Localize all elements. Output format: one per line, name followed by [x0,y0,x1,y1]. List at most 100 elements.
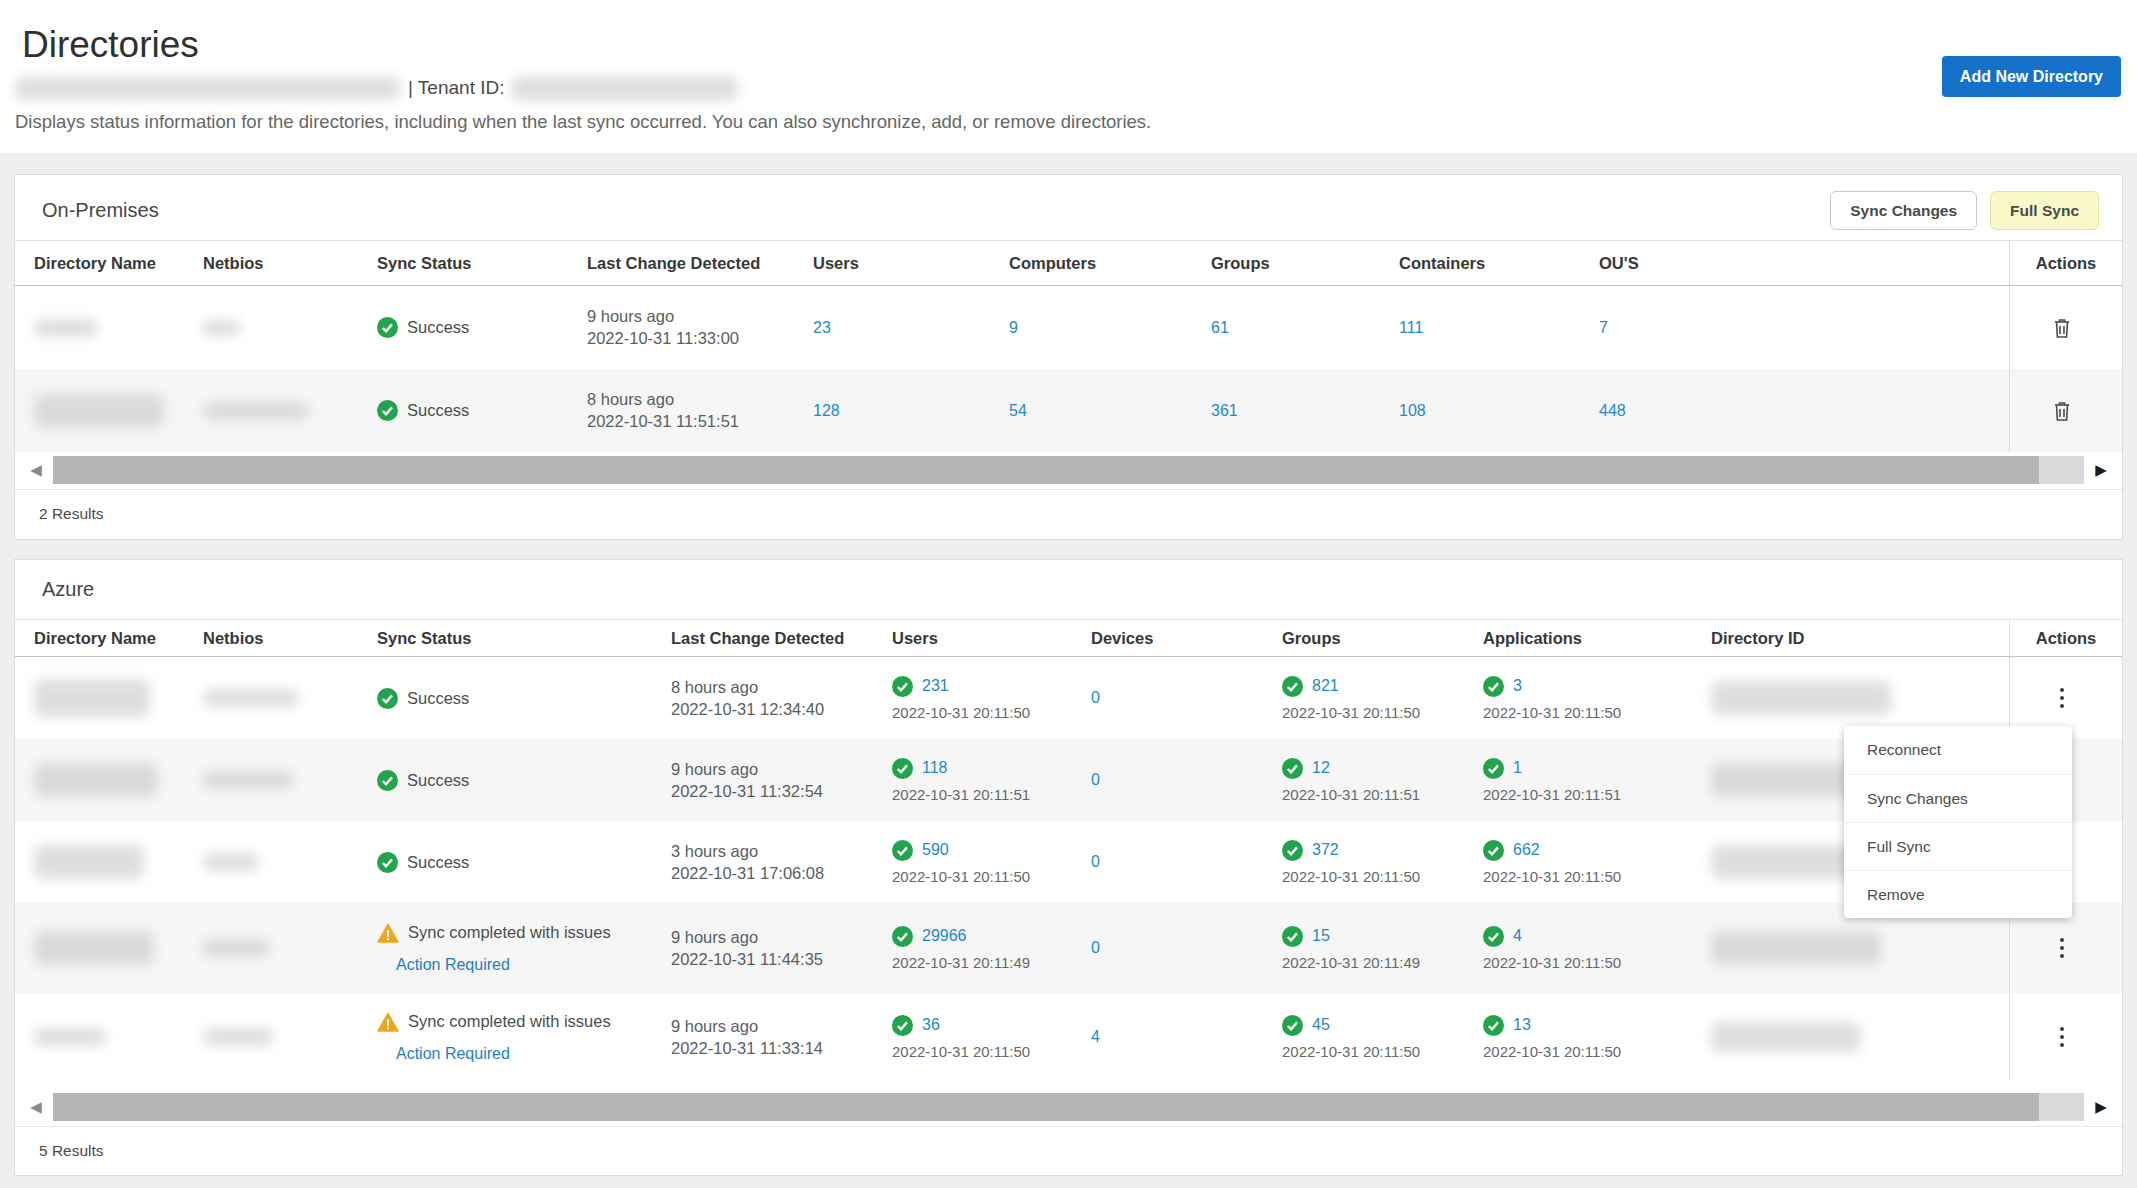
add-new-directory-button[interactable]: Add New Directory [1942,56,2121,97]
users-count-link[interactable]: 36 [922,1016,940,1034]
redacted-netbios [203,689,299,707]
last-change-relative: 3 hours ago [671,842,758,861]
users-sync-timestamp: 2022-10-31 20:11:51 [892,786,1030,803]
success-icon [1483,926,1504,947]
devices-count-link[interactable]: 0 [1091,853,1100,871]
kebab-menu-icon[interactable] [2060,938,2064,958]
scroll-left-arrow[interactable]: ◀ [25,461,47,479]
success-icon [1282,1015,1303,1036]
column-header-devices: Devices [1091,620,1282,656]
applications-count-link[interactable]: 1 [1513,759,1522,777]
last-change-relative: 9 hours ago [671,760,758,779]
kebab-menu-icon[interactable] [2060,688,2064,708]
azure-title: Azure [42,578,94,601]
success-icon [1483,758,1504,779]
redacted-directory-name [34,394,164,428]
redacted-environment-name [15,77,400,100]
scroll-left-arrow[interactable]: ◀ [25,1098,47,1116]
containers-count-link[interactable]: 108 [1399,402,1426,420]
last-change-relative: 8 hours ago [587,390,674,409]
success-icon [1483,1015,1504,1036]
column-header-last-change: Last Change Detected [587,241,813,285]
delete-directory-button[interactable] [2009,369,2122,452]
users-count-link[interactable]: 590 [922,841,949,859]
last-change-relative: 9 hours ago [671,928,758,947]
users-count-link[interactable]: 118 [922,759,948,777]
menu-item-full-sync[interactable]: Full Sync [1844,822,2072,870]
success-icon [1483,676,1504,697]
success-icon [892,840,913,861]
applications-sync-timestamp: 2022-10-31 20:11:50 [1483,1043,1621,1060]
ous-count-link[interactable]: 7 [1599,319,1608,337]
groups-count-link[interactable]: 15 [1312,927,1330,945]
scrollbar-thumb[interactable] [53,1093,2039,1121]
action-required-link[interactable]: Action Required [396,1045,510,1063]
last-change-timestamp: 2022-10-31 11:32:54 [671,782,823,801]
success-icon [377,317,398,338]
scrollbar-track[interactable] [53,1093,2084,1121]
page-header: Directories | Tenant ID: Displays status… [0,0,2137,153]
tenant-id-label: | Tenant ID: [408,77,504,99]
column-header-actions: Actions [2009,620,2122,656]
table-row: Success 9 hours ago2022-10-31 11:33:00 2… [15,286,2122,369]
devices-count-link[interactable]: 0 [1091,771,1100,789]
horizontal-scrollbar[interactable]: ◀ ▶ [25,1092,2112,1122]
scrollbar-thumb[interactable] [53,456,2039,484]
column-header-sync-status: Sync Status [377,241,587,285]
groups-count-link[interactable]: 372 [1312,841,1339,859]
success-icon [1282,676,1303,697]
on-premises-card: On-Premises Sync Changes Full Sync Direc… [14,174,2123,540]
applications-count-link[interactable]: 13 [1513,1016,1531,1034]
groups-count-link[interactable]: 12 [1312,759,1330,777]
trash-icon [2052,400,2072,422]
users-count-link[interactable]: 231 [922,677,949,695]
applications-count-link[interactable]: 662 [1513,841,1540,859]
kebab-menu-icon[interactable] [2060,1027,2064,1047]
sync-status: Success [407,401,469,420]
success-icon [1483,840,1504,861]
azure-table-header: Directory Name Netbios Sync Status Last … [15,619,2122,657]
groups-count-link[interactable]: 361 [1211,402,1238,420]
users-count-link[interactable]: 23 [813,319,831,337]
users-count-link[interactable]: 128 [813,402,840,420]
success-icon [892,1015,913,1036]
scroll-right-arrow[interactable]: ▶ [2090,461,2112,479]
ous-count-link[interactable]: 448 [1599,402,1626,420]
groups-count-link[interactable]: 821 [1312,677,1339,695]
success-icon [377,400,398,421]
computers-count-link[interactable]: 9 [1009,319,1018,337]
sync-status: Success [407,853,469,872]
column-header-directory-name: Directory Name [34,620,203,656]
delete-directory-button[interactable] [2009,286,2122,369]
groups-count-link[interactable]: 45 [1312,1016,1330,1034]
column-header-groups: Groups [1211,241,1399,285]
scrollbar-track[interactable] [53,456,2084,484]
redacted-directory-name [34,319,98,337]
applications-count-link[interactable]: 4 [1513,927,1522,945]
sync-status: Sync completed with issues [408,923,611,942]
groups-count-link[interactable]: 61 [1211,319,1229,337]
row-actions-button[interactable] [2009,993,2122,1081]
redacted-tenant-id [512,76,738,101]
success-icon [1282,840,1303,861]
warning-icon [377,923,399,943]
full-sync-button[interactable]: Full Sync [1990,191,2099,230]
azure-card: Azure Directory Name Netbios Sync Status… [14,559,2123,1176]
menu-item-remove[interactable]: Remove [1844,870,2072,918]
users-count-link[interactable]: 29966 [922,927,967,945]
computers-count-link[interactable]: 54 [1009,402,1027,420]
column-header-directory-name: Directory Name [34,241,203,285]
scroll-right-arrow[interactable]: ▶ [2090,1098,2112,1116]
sync-changes-button[interactable]: Sync Changes [1830,191,1977,230]
containers-count-link[interactable]: 111 [1399,319,1423,337]
devices-count-link[interactable]: 0 [1091,689,1100,707]
devices-count-link[interactable]: 4 [1091,1028,1100,1046]
horizontal-scrollbar[interactable]: ◀ ▶ [25,455,2112,485]
menu-item-reconnect[interactable]: Reconnect [1844,726,2072,774]
action-required-link[interactable]: Action Required [396,956,510,974]
applications-count-link[interactable]: 3 [1513,677,1522,695]
menu-item-sync-changes[interactable]: Sync Changes [1844,774,2072,822]
devices-count-link[interactable]: 0 [1091,939,1100,957]
redacted-netbios [203,853,259,871]
groups-sync-timestamp: 2022-10-31 20:11:51 [1282,786,1420,803]
